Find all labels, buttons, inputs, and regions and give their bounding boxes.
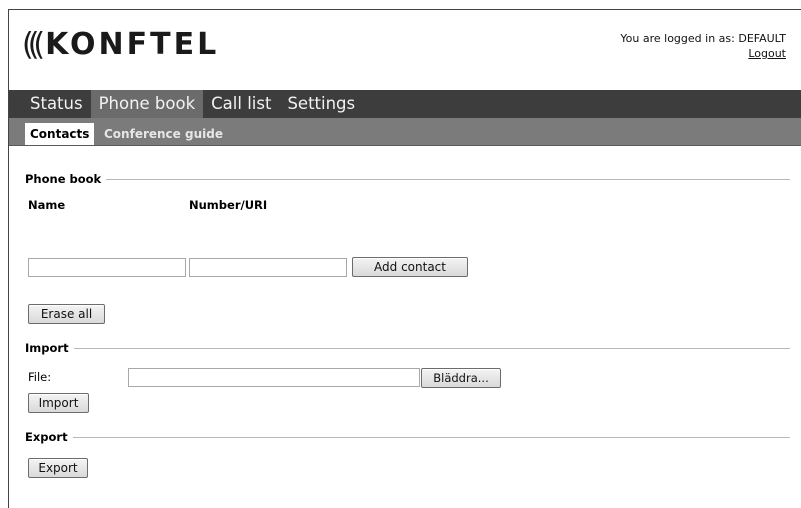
phonebook-legend-label: Phone book: [25, 172, 102, 186]
legend-divider: [72, 436, 790, 438]
logo-text: KONFTEL: [45, 27, 220, 62]
add-contact-button[interactable]: Add contact: [352, 257, 468, 277]
contact-name-input[interactable]: [28, 258, 186, 277]
contact-number-input[interactable]: [189, 258, 347, 277]
browse-button[interactable]: Bläddra...: [421, 368, 501, 388]
tab-call-list[interactable]: Call list: [203, 90, 279, 118]
logged-in-text: You are logged in as: DEFAULT: [620, 32, 786, 45]
legend-divider: [73, 347, 790, 349]
erase-all-button[interactable]: Erase all: [28, 304, 105, 324]
import-button[interactable]: Import: [28, 393, 89, 413]
subtab-contacts[interactable]: Contacts: [25, 123, 95, 145]
export-legend: Export: [25, 430, 790, 444]
main-nav: Status Phone book Call list Settings: [9, 90, 801, 118]
import-legend-label: Import: [25, 341, 69, 355]
logout-link[interactable]: Logout: [748, 47, 786, 60]
column-header-name: Name: [28, 198, 66, 212]
export-legend-label: Export: [25, 430, 68, 444]
login-info: You are logged in as: DEFAULT Logout: [620, 31, 786, 61]
konftel-logo: ((( KONFTEL: [22, 26, 220, 63]
tab-status[interactable]: Status: [9, 90, 91, 118]
phonebook-legend: Phone book: [25, 172, 790, 186]
subtab-conference-guide[interactable]: Conference guide: [99, 123, 228, 145]
logo-waves-icon: (((: [22, 26, 45, 63]
export-button[interactable]: Export: [28, 458, 88, 478]
file-path-input[interactable]: [128, 368, 420, 387]
tab-settings[interactable]: Settings: [279, 90, 363, 118]
sub-nav: Contacts Conference guide: [9, 118, 801, 146]
import-legend: Import: [25, 341, 790, 355]
file-label: File:: [28, 370, 52, 384]
column-header-number: Number/URI: [189, 198, 268, 212]
tab-phone-book[interactable]: Phone book: [90, 90, 204, 118]
legend-divider: [106, 178, 790, 180]
